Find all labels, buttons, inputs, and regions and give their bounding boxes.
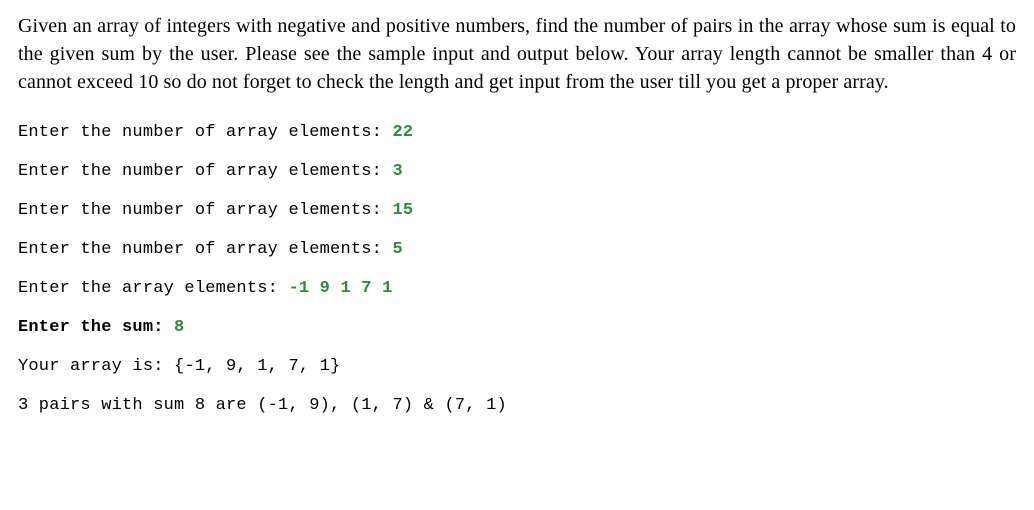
terminal-line-4: Enter the number of array elements: 5 — [18, 241, 1016, 258]
terminal-line-5: Enter the array elements: -1 9 1 7 1 — [18, 280, 1016, 297]
prompt-text: Enter the number of array elements: — [18, 240, 392, 259]
terminal-output-2: 3 pairs with sum 8 are (-1, 9), (1, 7) &… — [18, 397, 1016, 414]
terminal-line-3: Enter the number of array elements: 15 — [18, 202, 1016, 219]
prompt-text: Enter the array elements: — [18, 279, 288, 298]
prompt-text: Enter the number of array elements: — [18, 201, 392, 220]
user-input: 8 — [174, 318, 184, 337]
prompt-space — [164, 318, 174, 337]
prompt-text: Enter the number of array elements: — [18, 123, 392, 142]
problem-description: Given an array of integers with negative… — [18, 12, 1016, 96]
user-input: 5 — [392, 240, 402, 259]
user-input: 3 — [392, 162, 402, 181]
prompt-text-bold: Enter the sum: — [18, 318, 164, 337]
user-input: 22 — [392, 123, 413, 142]
prompt-text: Enter the number of array elements: — [18, 162, 392, 181]
terminal-output-1: Your array is: {-1, 9, 1, 7, 1} — [18, 358, 1016, 375]
terminal-line-1: Enter the number of array elements: 22 — [18, 124, 1016, 141]
terminal-line-2: Enter the number of array elements: 3 — [18, 163, 1016, 180]
terminal-line-6: Enter the sum: 8 — [18, 319, 1016, 336]
user-input: -1 9 1 7 1 — [288, 279, 392, 298]
user-input: 15 — [392, 201, 413, 220]
